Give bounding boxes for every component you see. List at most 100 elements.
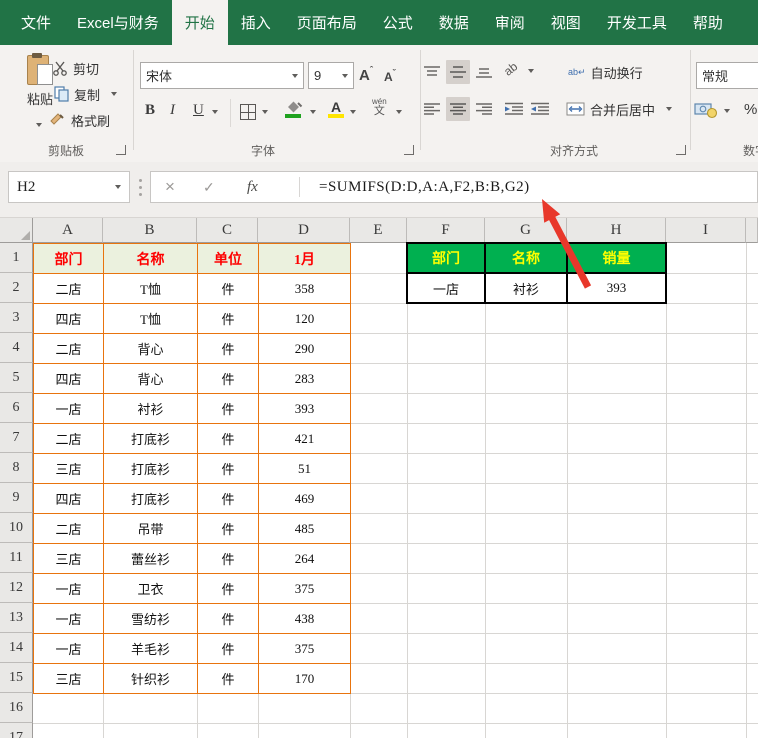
row-header-9[interactable]: 9	[0, 483, 33, 513]
cell-D12[interactable]: 375	[258, 573, 351, 604]
merge-center-button[interactable]: 合并后居中	[566, 98, 673, 120]
cell-F2[interactable]: 一店	[406, 272, 486, 304]
cut-button[interactable]: 剪切	[52, 57, 99, 79]
accounting-format-caret[interactable]	[724, 109, 730, 113]
enter-button[interactable]: ✓	[203, 172, 215, 202]
number-format-select[interactable]: 常规	[696, 62, 758, 89]
row-header-6[interactable]: 6	[0, 393, 33, 423]
underline-button[interactable]: U	[193, 102, 204, 119]
row-header-13[interactable]: 13	[0, 603, 33, 633]
font-name-select[interactable]: 宋体	[140, 62, 304, 89]
cell-B9[interactable]: 打底衫	[103, 483, 198, 514]
cell-D4[interactable]: 290	[258, 333, 351, 364]
cell-C10[interactable]: 件	[197, 513, 259, 544]
cell-A5[interactable]: 四店	[33, 363, 104, 394]
cell-A12[interactable]: 一店	[33, 573, 104, 604]
align-top-button[interactable]	[420, 60, 444, 84]
cell-B3[interactable]: T恤	[103, 303, 198, 334]
align-middle-button[interactable]	[446, 60, 470, 84]
cell-G1[interactable]: 名称	[484, 242, 568, 274]
cell-B13[interactable]: 雪纺衫	[103, 603, 198, 634]
cell-B1[interactable]: 名称	[103, 243, 198, 274]
percent-style-button[interactable]: %	[744, 101, 757, 118]
fill-color-button[interactable]	[284, 100, 304, 118]
cell-C11[interactable]: 件	[197, 543, 259, 574]
italic-button[interactable]: I	[170, 102, 175, 119]
cell-D6[interactable]: 393	[258, 393, 351, 424]
column-header-partial[interactable]	[746, 218, 758, 243]
font-dialog-launcher-icon[interactable]	[404, 145, 414, 155]
tab-developer[interactable]: 开发工具	[594, 0, 680, 45]
alignment-dialog-launcher-icon[interactable]	[676, 145, 686, 155]
cell-A3[interactable]: 四店	[33, 303, 104, 334]
row-header-4[interactable]: 4	[0, 333, 33, 363]
increase-font-size-button[interactable]: Aˆ	[359, 65, 373, 84]
cell-G2[interactable]: 衬衫	[484, 272, 568, 304]
row-header-1[interactable]: 1	[0, 243, 33, 273]
column-header-B[interactable]: B	[103, 218, 197, 243]
cell-H1[interactable]: 销量	[566, 242, 667, 274]
name-box[interactable]: H2	[8, 171, 130, 203]
cell-A14[interactable]: 一店	[33, 633, 104, 664]
borders-button[interactable]	[240, 104, 256, 120]
cell-D5[interactable]: 283	[258, 363, 351, 394]
copy-button[interactable]: 复制	[54, 83, 118, 105]
cell-B5[interactable]: 背心	[103, 363, 198, 394]
cell-B4[interactable]: 背心	[103, 333, 198, 364]
decrease-indent-button[interactable]	[502, 97, 526, 121]
row-header-3[interactable]: 3	[0, 303, 33, 333]
row-header-10[interactable]: 10	[0, 513, 33, 543]
column-header-C[interactable]: C	[197, 218, 258, 243]
cell-C15[interactable]: 件	[197, 663, 259, 694]
cell-A10[interactable]: 二店	[33, 513, 104, 544]
cell-B8[interactable]: 打底衫	[103, 453, 198, 484]
align-left-button[interactable]	[420, 97, 444, 121]
accounting-format-button[interactable]	[694, 102, 718, 122]
font-color-button[interactable]: A	[328, 99, 344, 118]
bold-button[interactable]: B	[145, 102, 155, 119]
tab-formulas[interactable]: 公式	[370, 0, 426, 45]
cell-B7[interactable]: 打底衫	[103, 423, 198, 454]
cell-C7[interactable]: 件	[197, 423, 259, 454]
tab-view[interactable]: 视图	[538, 0, 594, 45]
column-header-F[interactable]: F	[407, 218, 485, 243]
column-header-A[interactable]: A	[33, 218, 103, 243]
cell-A8[interactable]: 三店	[33, 453, 104, 484]
tab-help[interactable]: 帮助	[680, 0, 736, 45]
cell-D9[interactable]: 469	[258, 483, 351, 514]
orientation-caret[interactable]	[528, 69, 534, 73]
cell-D2[interactable]: 358	[258, 273, 351, 304]
cell-A1[interactable]: 部门	[33, 243, 104, 274]
decrease-font-size-button[interactable]: Aˇ	[384, 68, 396, 84]
tab-review[interactable]: 审阅	[482, 0, 538, 45]
cell-C5[interactable]: 件	[197, 363, 259, 394]
select-all-corner[interactable]	[0, 218, 33, 243]
cell-C13[interactable]: 件	[197, 603, 259, 634]
row-header-7[interactable]: 7	[0, 423, 33, 453]
cell-D8[interactable]: 51	[258, 453, 351, 484]
tab-page-layout[interactable]: 页面布局	[284, 0, 370, 45]
tab-file[interactable]: 文件	[8, 0, 64, 45]
phonetic-guide-button[interactable]: wén 文	[372, 98, 387, 117]
column-header-I[interactable]: I	[666, 218, 746, 243]
cell-A13[interactable]: 一店	[33, 603, 104, 634]
column-header-H[interactable]: H	[567, 218, 666, 243]
phonetic-caret[interactable]	[396, 110, 402, 114]
row-header-8[interactable]: 8	[0, 453, 33, 483]
cancel-button[interactable]: ×	[165, 172, 175, 202]
row-header-17[interactable]: 17	[0, 723, 33, 738]
cell-C14[interactable]: 件	[197, 633, 259, 664]
cell-A7[interactable]: 二店	[33, 423, 104, 454]
cell-B14[interactable]: 羊毛衫	[103, 633, 198, 664]
row-header-12[interactable]: 12	[0, 573, 33, 603]
underline-dropdown-caret[interactable]	[212, 110, 218, 114]
cell-A11[interactable]: 三店	[33, 543, 104, 574]
cell-C1[interactable]: 单位	[197, 243, 259, 274]
tab-insert[interactable]: 插入	[228, 0, 284, 45]
tab-data[interactable]: 数据	[426, 0, 482, 45]
cell-C6[interactable]: 件	[197, 393, 259, 424]
fill-color-caret[interactable]	[310, 110, 316, 114]
tab-excel-finance[interactable]: Excel与财务	[64, 0, 172, 45]
cell-B10[interactable]: 吊带	[103, 513, 198, 544]
tab-home[interactable]: 开始	[171, 0, 228, 45]
